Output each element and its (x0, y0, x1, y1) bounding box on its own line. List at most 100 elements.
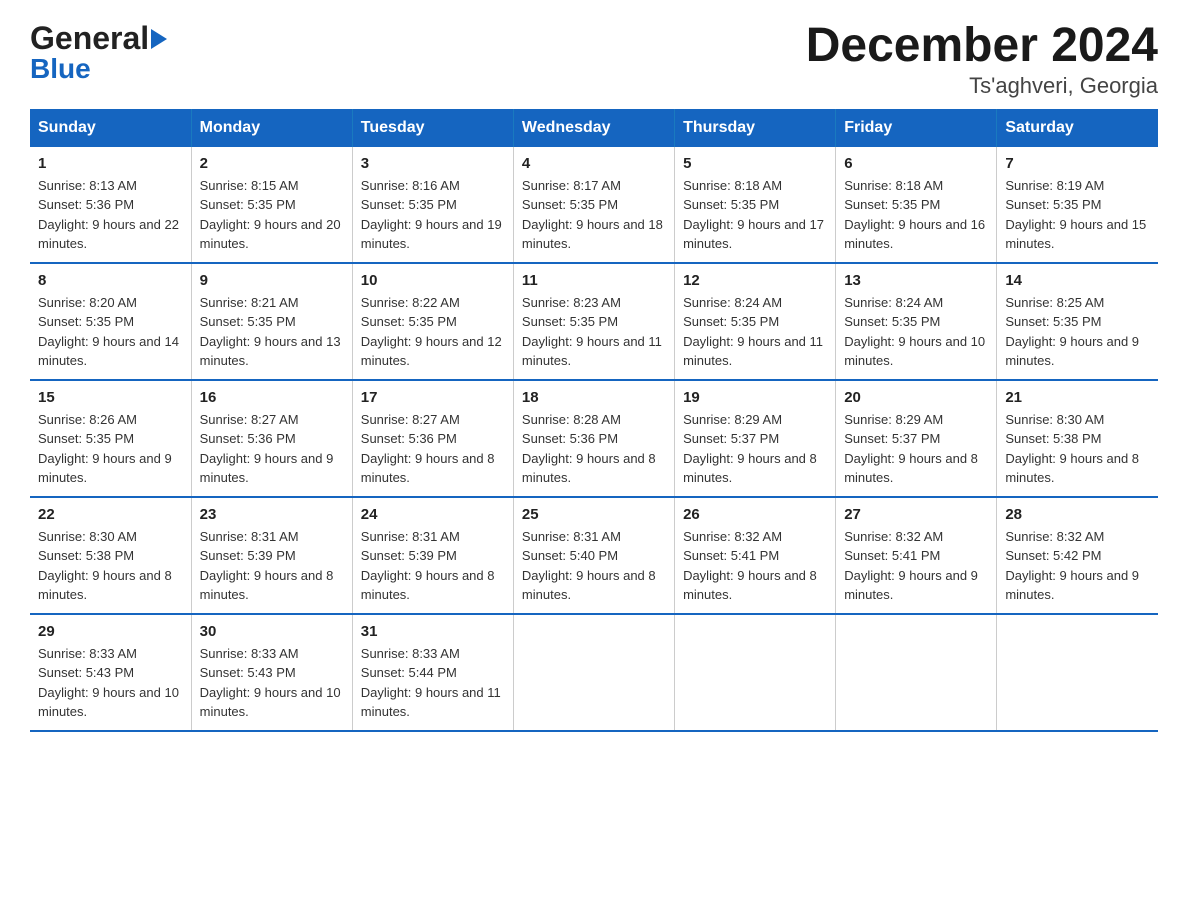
day-info: Sunrise: 8:30 AM Sunset: 5:38 PM Dayligh… (38, 527, 183, 605)
calendar-day-cell: 20 Sunrise: 8:29 AM Sunset: 5:37 PM Dayl… (836, 380, 997, 497)
day-info: Sunrise: 8:13 AM Sunset: 5:36 PM Dayligh… (38, 176, 183, 254)
day-info: Sunrise: 8:31 AM Sunset: 5:40 PM Dayligh… (522, 527, 666, 605)
day-number: 26 (683, 506, 827, 523)
calendar-day-cell: 26 Sunrise: 8:32 AM Sunset: 5:41 PM Dayl… (675, 497, 836, 614)
day-info: Sunrise: 8:26 AM Sunset: 5:35 PM Dayligh… (38, 410, 183, 488)
calendar-day-cell (997, 614, 1158, 731)
day-of-week-header: Saturday (997, 109, 1158, 147)
day-number: 27 (844, 506, 988, 523)
calendar-day-cell: 29 Sunrise: 8:33 AM Sunset: 5:43 PM Dayl… (30, 614, 191, 731)
calendar-day-cell: 4 Sunrise: 8:17 AM Sunset: 5:35 PM Dayli… (513, 147, 674, 263)
calendar-header-row: SundayMondayTuesdayWednesdayThursdayFrid… (30, 109, 1158, 147)
day-info: Sunrise: 8:29 AM Sunset: 5:37 PM Dayligh… (844, 410, 988, 488)
day-number: 22 (38, 506, 183, 523)
day-number: 4 (522, 155, 666, 172)
logo-arrow-icon (151, 29, 167, 49)
calendar-day-cell: 10 Sunrise: 8:22 AM Sunset: 5:35 PM Dayl… (352, 263, 513, 380)
calendar-table: SundayMondayTuesdayWednesdayThursdayFrid… (30, 109, 1158, 732)
calendar-day-cell: 27 Sunrise: 8:32 AM Sunset: 5:41 PM Dayl… (836, 497, 997, 614)
day-info: Sunrise: 8:17 AM Sunset: 5:35 PM Dayligh… (522, 176, 666, 254)
day-number: 18 (522, 389, 666, 406)
logo-blue-text: Blue (30, 53, 167, 85)
calendar-title-section: December 2024 Ts'aghveri, Georgia (806, 20, 1158, 99)
day-info: Sunrise: 8:27 AM Sunset: 5:36 PM Dayligh… (200, 410, 344, 488)
day-number: 20 (844, 389, 988, 406)
calendar-day-cell: 19 Sunrise: 8:29 AM Sunset: 5:37 PM Dayl… (675, 380, 836, 497)
day-number: 3 (361, 155, 505, 172)
page-header: General Blue December 2024 Ts'aghveri, G… (30, 20, 1158, 99)
calendar-day-cell: 12 Sunrise: 8:24 AM Sunset: 5:35 PM Dayl… (675, 263, 836, 380)
calendar-day-cell: 9 Sunrise: 8:21 AM Sunset: 5:35 PM Dayli… (191, 263, 352, 380)
day-info: Sunrise: 8:31 AM Sunset: 5:39 PM Dayligh… (200, 527, 344, 605)
day-number: 24 (361, 506, 505, 523)
day-info: Sunrise: 8:33 AM Sunset: 5:43 PM Dayligh… (200, 644, 344, 722)
calendar-week-row: 15 Sunrise: 8:26 AM Sunset: 5:35 PM Dayl… (30, 380, 1158, 497)
calendar-day-cell (836, 614, 997, 731)
day-info: Sunrise: 8:19 AM Sunset: 5:35 PM Dayligh… (1005, 176, 1150, 254)
calendar-day-cell (513, 614, 674, 731)
calendar-day-cell: 21 Sunrise: 8:30 AM Sunset: 5:38 PM Dayl… (997, 380, 1158, 497)
calendar-title: December 2024 (806, 20, 1158, 73)
day-number: 16 (200, 389, 344, 406)
day-number: 19 (683, 389, 827, 406)
calendar-day-cell: 3 Sunrise: 8:16 AM Sunset: 5:35 PM Dayli… (352, 147, 513, 263)
day-number: 10 (361, 272, 505, 289)
day-number: 15 (38, 389, 183, 406)
calendar-day-cell: 11 Sunrise: 8:23 AM Sunset: 5:35 PM Dayl… (513, 263, 674, 380)
day-of-week-header: Monday (191, 109, 352, 147)
day-info: Sunrise: 8:22 AM Sunset: 5:35 PM Dayligh… (361, 293, 505, 371)
calendar-day-cell: 16 Sunrise: 8:27 AM Sunset: 5:36 PM Dayl… (191, 380, 352, 497)
day-number: 9 (200, 272, 344, 289)
calendar-day-cell: 25 Sunrise: 8:31 AM Sunset: 5:40 PM Dayl… (513, 497, 674, 614)
day-info: Sunrise: 8:25 AM Sunset: 5:35 PM Dayligh… (1005, 293, 1150, 371)
calendar-day-cell: 18 Sunrise: 8:28 AM Sunset: 5:36 PM Dayl… (513, 380, 674, 497)
day-info: Sunrise: 8:16 AM Sunset: 5:35 PM Dayligh… (361, 176, 505, 254)
calendar-day-cell: 1 Sunrise: 8:13 AM Sunset: 5:36 PM Dayli… (30, 147, 191, 263)
calendar-day-cell: 30 Sunrise: 8:33 AM Sunset: 5:43 PM Dayl… (191, 614, 352, 731)
calendar-day-cell (675, 614, 836, 731)
calendar-week-row: 1 Sunrise: 8:13 AM Sunset: 5:36 PM Dayli… (30, 147, 1158, 263)
day-of-week-header: Thursday (675, 109, 836, 147)
day-info: Sunrise: 8:32 AM Sunset: 5:41 PM Dayligh… (844, 527, 988, 605)
calendar-day-cell: 7 Sunrise: 8:19 AM Sunset: 5:35 PM Dayli… (997, 147, 1158, 263)
day-number: 21 (1005, 389, 1150, 406)
day-number: 28 (1005, 506, 1150, 523)
day-info: Sunrise: 8:30 AM Sunset: 5:38 PM Dayligh… (1005, 410, 1150, 488)
calendar-day-cell: 23 Sunrise: 8:31 AM Sunset: 5:39 PM Dayl… (191, 497, 352, 614)
calendar-day-cell: 5 Sunrise: 8:18 AM Sunset: 5:35 PM Dayli… (675, 147, 836, 263)
day-info: Sunrise: 8:27 AM Sunset: 5:36 PM Dayligh… (361, 410, 505, 488)
day-of-week-header: Sunday (30, 109, 191, 147)
day-info: Sunrise: 8:24 AM Sunset: 5:35 PM Dayligh… (844, 293, 988, 371)
calendar-day-cell: 28 Sunrise: 8:32 AM Sunset: 5:42 PM Dayl… (997, 497, 1158, 614)
day-number: 6 (844, 155, 988, 172)
calendar-week-row: 29 Sunrise: 8:33 AM Sunset: 5:43 PM Dayl… (30, 614, 1158, 731)
day-info: Sunrise: 8:20 AM Sunset: 5:35 PM Dayligh… (38, 293, 183, 371)
day-info: Sunrise: 8:33 AM Sunset: 5:44 PM Dayligh… (361, 644, 505, 722)
day-number: 29 (38, 623, 183, 640)
calendar-day-cell: 15 Sunrise: 8:26 AM Sunset: 5:35 PM Dayl… (30, 380, 191, 497)
logo-general-text: General (30, 20, 149, 57)
day-info: Sunrise: 8:33 AM Sunset: 5:43 PM Dayligh… (38, 644, 183, 722)
day-number: 11 (522, 272, 666, 289)
calendar-day-cell: 17 Sunrise: 8:27 AM Sunset: 5:36 PM Dayl… (352, 380, 513, 497)
calendar-week-row: 8 Sunrise: 8:20 AM Sunset: 5:35 PM Dayli… (30, 263, 1158, 380)
calendar-day-cell: 13 Sunrise: 8:24 AM Sunset: 5:35 PM Dayl… (836, 263, 997, 380)
day-info: Sunrise: 8:31 AM Sunset: 5:39 PM Dayligh… (361, 527, 505, 605)
calendar-day-cell: 31 Sunrise: 8:33 AM Sunset: 5:44 PM Dayl… (352, 614, 513, 731)
day-info: Sunrise: 8:18 AM Sunset: 5:35 PM Dayligh… (844, 176, 988, 254)
day-info: Sunrise: 8:32 AM Sunset: 5:41 PM Dayligh… (683, 527, 827, 605)
day-of-week-header: Friday (836, 109, 997, 147)
calendar-week-row: 22 Sunrise: 8:30 AM Sunset: 5:38 PM Dayl… (30, 497, 1158, 614)
calendar-day-cell: 6 Sunrise: 8:18 AM Sunset: 5:35 PM Dayli… (836, 147, 997, 263)
day-of-week-header: Wednesday (513, 109, 674, 147)
day-number: 23 (200, 506, 344, 523)
calendar-day-cell: 2 Sunrise: 8:15 AM Sunset: 5:35 PM Dayli… (191, 147, 352, 263)
day-number: 13 (844, 272, 988, 289)
day-number: 14 (1005, 272, 1150, 289)
day-info: Sunrise: 8:29 AM Sunset: 5:37 PM Dayligh… (683, 410, 827, 488)
day-info: Sunrise: 8:28 AM Sunset: 5:36 PM Dayligh… (522, 410, 666, 488)
day-number: 30 (200, 623, 344, 640)
calendar-day-cell: 24 Sunrise: 8:31 AM Sunset: 5:39 PM Dayl… (352, 497, 513, 614)
day-info: Sunrise: 8:32 AM Sunset: 5:42 PM Dayligh… (1005, 527, 1150, 605)
day-number: 25 (522, 506, 666, 523)
